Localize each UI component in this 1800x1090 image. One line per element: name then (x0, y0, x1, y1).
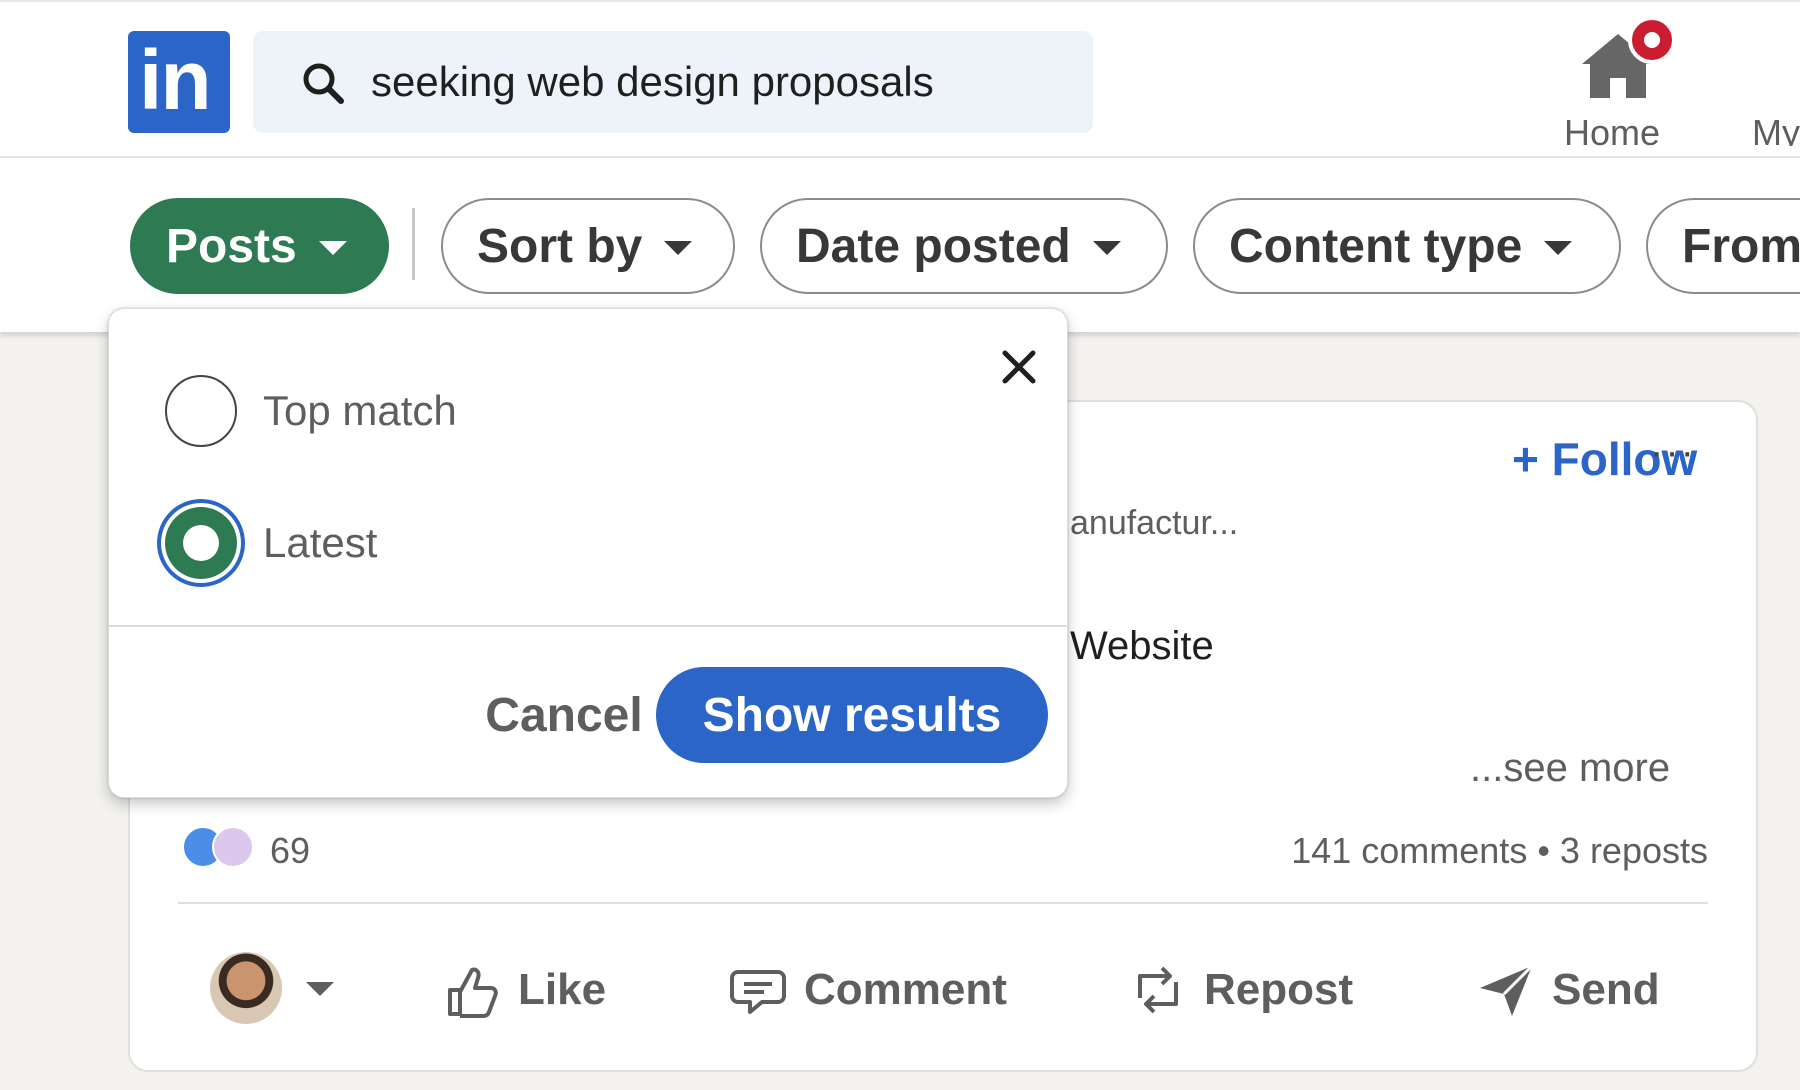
repost-button[interactable]: Repost (1128, 950, 1353, 1030)
send-label: Send (1552, 965, 1660, 1014)
search-input[interactable] (371, 49, 1061, 115)
send-icon (1480, 964, 1534, 1016)
chevron-down-icon (664, 241, 693, 255)
filter-date-posted-label: Date posted (796, 219, 1071, 273)
post-text: Website (1070, 624, 1214, 668)
plus-icon: + (1512, 433, 1552, 485)
chevron-down-icon (1544, 241, 1573, 255)
logo-text: in (139, 33, 212, 127)
close-icon[interactable] (997, 345, 1041, 389)
engagement-stats[interactable]: 141 comments • 3 reposts (1291, 830, 1708, 872)
search-filter-bar: Posts Sort by Date posted Content type F… (0, 158, 1800, 332)
radio-latest[interactable] (165, 507, 237, 579)
repost-icon (1138, 966, 1178, 1014)
reaction-icons[interactable] (182, 826, 262, 870)
filter-sort-by-label: Sort by (477, 219, 643, 273)
repost-label: Repost (1204, 965, 1354, 1014)
notification-badge (1628, 16, 1676, 64)
filter-posts[interactable]: Posts (130, 198, 389, 294)
filter-divider (412, 208, 415, 280)
show-results-button[interactable]: Show results (656, 667, 1048, 763)
nav-my-network[interactable]: My (1752, 16, 1800, 146)
author-subtitle: anufactur... (1070, 504, 1239, 542)
dropdown-divider (109, 625, 1067, 627)
search-bar[interactable] (253, 31, 1093, 133)
reaction-count[interactable]: 69 (270, 830, 310, 872)
sort-by-dropdown: Top match Latest Cancel Show results (108, 308, 1068, 798)
sort-option-latest[interactable]: Latest (165, 503, 765, 583)
comment-label: Comment (804, 965, 1007, 1014)
love-reaction-icon (212, 826, 254, 868)
post-action-bar: Like Comment Repost Send (130, 942, 1760, 1042)
nav-my-label: My (1752, 112, 1800, 146)
option-label: Top match (263, 387, 457, 434)
filter-posts-label: Posts (166, 219, 297, 273)
nav-home-label: Home (1564, 112, 1661, 153)
radio-top-match[interactable] (165, 375, 237, 447)
filter-date-posted[interactable]: Date posted (760, 198, 1168, 294)
more-options-icon[interactable]: ··· (1650, 430, 1696, 475)
cancel-button[interactable]: Cancel (459, 667, 669, 763)
see-more-link[interactable]: ...see more (1470, 746, 1670, 791)
filter-sort-by[interactable]: Sort by (441, 198, 735, 294)
search-icon (303, 63, 344, 104)
filter-content-type-label: Content type (1229, 219, 1523, 273)
comment-button[interactable]: Comment (728, 950, 1007, 1030)
comment-icon (730, 970, 786, 1014)
filter-from-label: From (1682, 219, 1800, 273)
filter-content-type[interactable]: Content type (1193, 198, 1621, 294)
linkedin-logo[interactable]: in (128, 31, 230, 133)
filter-from[interactable]: From (1646, 198, 1800, 294)
option-label: Latest (263, 519, 378, 566)
like-icon (448, 967, 498, 1018)
nav-home[interactable]: Home (1548, 16, 1678, 153)
send-button[interactable]: Send (1476, 950, 1660, 1030)
chevron-down-icon (318, 241, 347, 255)
chevron-down-icon (1092, 241, 1121, 255)
sort-option-top-match[interactable]: Top match (165, 371, 765, 451)
like-label: Like (518, 965, 607, 1014)
top-navigation: in Home My (0, 0, 1800, 158)
avatar[interactable] (210, 952, 282, 1024)
card-divider (178, 902, 1708, 904)
like-button[interactable]: Like (442, 950, 606, 1030)
chevron-down-icon[interactable] (306, 982, 334, 996)
